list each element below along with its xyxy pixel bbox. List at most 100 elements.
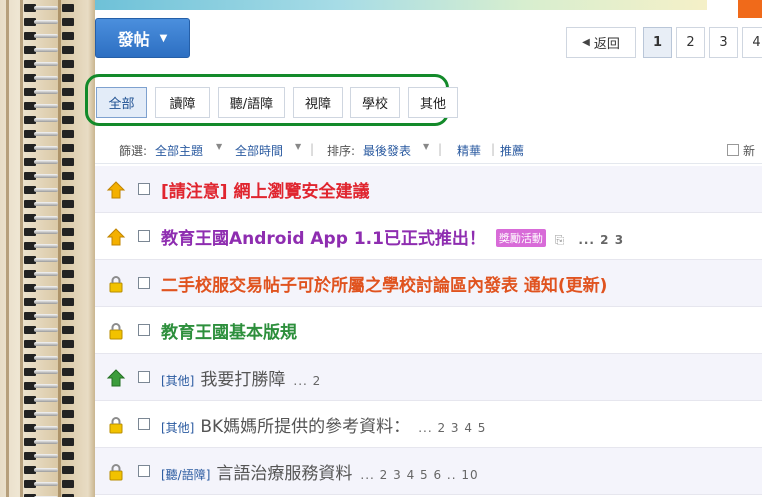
binding-ring (0, 102, 95, 110)
new-window-checkbox[interactable] (727, 144, 739, 156)
thread-title-wrap: [其他] BK媽媽所提供的參考資料： ... 2 3 4 5 (161, 412, 486, 437)
thread-title[interactable]: 二手校服交易帖子可於所屬之學校討論區內發表 通知(更新) (161, 271, 607, 296)
thread-title-wrap: [聽/語障] 言語治療服務資料 ... 2 3 4 5 6 .. 10 (161, 459, 479, 484)
thread-pages[interactable]: ... 2 3 4 5 6 .. 10 (360, 468, 478, 482)
binding-ring (0, 60, 95, 68)
thread-title[interactable]: 我要打勝障 (200, 370, 285, 390)
thread-pages[interactable]: ... 2 (293, 374, 321, 388)
corner-accent (738, 0, 762, 18)
thread-title-wrap: [其他] 我要打勝障 ... 2 (161, 365, 321, 390)
divider: | (438, 142, 443, 156)
binding-ring (0, 340, 95, 348)
binding-ring (0, 298, 95, 306)
thread-row[interactable]: [請注意] 網上瀏覽安全建議 (95, 166, 762, 213)
new-post-button[interactable]: 發帖 ▼ (95, 18, 190, 58)
thread-checkbox[interactable] (138, 183, 150, 195)
binding-ring (0, 214, 95, 222)
pinned-icon (106, 369, 126, 387)
forum-content: 發帖 ▼ ◀ 返回 1 2 3 4 全部 讀障 聽/語障 視障 學校 其他 篩選… (85, 0, 762, 497)
thread-checkbox[interactable] (138, 277, 150, 289)
binding-ring (0, 18, 95, 26)
category-visual[interactable]: 視障 (293, 87, 343, 118)
binding-ring (0, 396, 95, 404)
thread-row[interactable]: 教育王國基本版規 (95, 307, 762, 354)
filter-row: 篩選: 全部主題 ▼ 全部時間 ▼ | 排序: 最後發表 ▼ | 精華 | 推薦… (95, 136, 762, 164)
category-all[interactable]: 全部 (96, 87, 147, 118)
page-1-link[interactable]: 1 (643, 27, 672, 58)
page-2-link[interactable]: 2 (676, 27, 705, 58)
thread-checkbox[interactable] (138, 324, 150, 336)
announcement-icon (106, 228, 126, 246)
binding-ring (0, 382, 95, 390)
topic-filter[interactable]: 全部主題 (155, 142, 203, 159)
thread-row[interactable]: 二手校服交易帖子可於所屬之學校討論區內發表 通知(更新) (95, 260, 762, 307)
binding-ring (0, 88, 95, 96)
back-label: 返回 (593, 37, 620, 52)
binding-ring (0, 410, 95, 418)
binding-ring (0, 74, 95, 82)
thread-row[interactable]: 教育王國Android App 1.1已正式推出！ 獎勵活動 ⎘ ... 2 3 (95, 213, 762, 260)
binding-ring (0, 480, 95, 488)
thread-title[interactable]: 言語治療服務資料 (216, 464, 352, 484)
binding-ring (0, 466, 95, 474)
binding-ring (0, 452, 95, 460)
page-3-link[interactable]: 3 (709, 27, 738, 58)
filter-label: 篩選: (119, 144, 148, 158)
thread-tag[interactable]: [其他] (161, 374, 194, 388)
binding-ring (0, 424, 95, 432)
binding-ring (0, 130, 95, 138)
binding-ring (0, 312, 95, 320)
category-other[interactable]: 其他 (408, 87, 458, 118)
category-school[interactable]: 學校 (350, 87, 400, 118)
thread-tag[interactable]: [其他] (161, 421, 194, 435)
thread-title[interactable]: 教育王國Android App 1.1已正式推出！ (161, 229, 486, 249)
lock-icon (109, 323, 123, 340)
thread-row[interactable]: [其他] BK媽媽所提供的參考資料： ... 2 3 4 5 (95, 401, 762, 448)
binding-ring (0, 200, 95, 208)
thread-checkbox[interactable] (138, 418, 150, 430)
binding-ring (0, 368, 95, 376)
recommend-link[interactable]: 推薦 (500, 142, 524, 159)
thread-tag[interactable]: [聽/語障] (161, 468, 210, 482)
category-filter-highlight: 全部 讀障 聽/語障 視障 學校 其他 (85, 74, 458, 126)
thread-title[interactable]: BK媽媽所提供的參考資料： (200, 417, 410, 437)
thread-checkbox[interactable] (138, 371, 150, 383)
thread-title[interactable]: [請注意] 網上瀏覽安全建議 (161, 177, 369, 202)
binding-ring (0, 438, 95, 446)
divider: | (310, 142, 315, 156)
binding-ring (0, 46, 95, 54)
thread-row[interactable]: [其他] 我要打勝障 ... 2 (95, 354, 762, 401)
binding-ring (0, 326, 95, 334)
back-button[interactable]: ◀ 返回 (566, 27, 636, 58)
thread-pages[interactable]: ... 2 3 (578, 233, 624, 247)
binding-ring (0, 4, 95, 12)
time-filter[interactable]: 全部時間 (235, 142, 283, 159)
binding-ring (0, 172, 95, 180)
topic-chevron-icon: ▼ (216, 142, 223, 151)
thread-checkbox[interactable] (138, 465, 150, 477)
category-reading[interactable]: 讀障 (155, 87, 210, 118)
activity-badge: 獎勵活動 (495, 229, 546, 247)
thread-pages[interactable]: ... 2 3 4 5 (418, 421, 486, 435)
binding-ring (0, 144, 95, 152)
binding-ring (0, 116, 95, 124)
divider: | (491, 142, 496, 156)
sort-label: 排序: (327, 144, 356, 158)
binding-ring (0, 32, 95, 40)
category-hearing-speech[interactable]: 聽/語障 (218, 87, 285, 118)
time-chevron-icon: ▼ (295, 142, 302, 151)
thread-title-wrap: 教育王國Android App 1.1已正式推出！ 獎勵活動 ⎘ ... 2 3 (161, 224, 624, 249)
thread-row[interactable]: [聽/語障] 言語治療服務資料 ... 2 3 4 5 6 .. 10 (95, 448, 762, 495)
sort-filter[interactable]: 最後發表 (363, 142, 411, 159)
digest-link[interactable]: 精華 (457, 142, 481, 159)
thread-title[interactable]: 教育王國基本版規 (161, 318, 297, 343)
lock-icon (109, 276, 123, 293)
thread-checkbox[interactable] (138, 230, 150, 242)
page-4-link[interactable]: 4 (742, 27, 762, 58)
binding-ring (0, 256, 95, 264)
new-window-label: 新 (743, 144, 756, 158)
top-banner (95, 0, 707, 10)
binding-ring (0, 354, 95, 362)
binding-ring (0, 242, 95, 250)
binding-ring (0, 228, 95, 236)
